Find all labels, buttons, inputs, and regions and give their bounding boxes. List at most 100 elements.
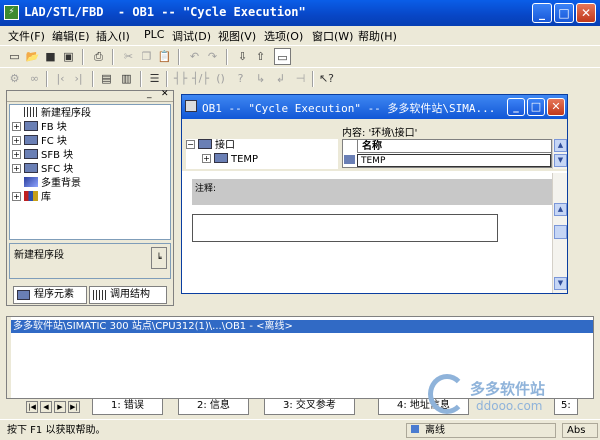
tree-item-sfc[interactable]: + SFC 块: [12, 163, 73, 176]
tab-errors[interactable]: 1: 错误: [92, 399, 163, 415]
watermark: 多多软件站 ddooo.com: [420, 372, 590, 420]
expand-icon[interactable]: +: [12, 164, 21, 173]
toolbar-separator: [226, 49, 228, 65]
tab-call-structure[interactable]: 调用结构: [89, 286, 167, 304]
redo-icon[interactable]: ↷: [204, 48, 221, 65]
print-icon[interactable]: ⎙: [90, 48, 107, 65]
expand-icon[interactable]: +: [12, 136, 21, 145]
last-tab-icon[interactable]: ▶|: [68, 401, 80, 413]
maximize-button[interactable]: □: [554, 3, 574, 23]
minimize-button[interactable]: _: [532, 3, 552, 23]
menu-edit[interactable]: 编辑(E): [52, 28, 90, 44]
temp-row-icon: [344, 155, 355, 164]
menu-window[interactable]: 窗口(W): [312, 28, 353, 44]
program-elements-tree: 新建程序段 + FB 块 + FC 块 + SFB 块 + SFC 块 多重背景 + 库: [9, 104, 171, 240]
editor-close-button[interactable]: ✕: [547, 98, 565, 116]
sfc-block-icon: [24, 163, 38, 173]
close-button[interactable]: ✕: [576, 3, 596, 23]
menu-options[interactable]: 选项(O): [264, 28, 303, 44]
no-contact-icon[interactable]: ┤├: [172, 70, 189, 87]
new-icon[interactable]: ▭: [6, 48, 23, 65]
next-tab-icon[interactable]: ▶: [54, 401, 66, 413]
network-body[interactable]: [192, 214, 498, 242]
empty-box-icon[interactable]: ?: [232, 70, 249, 87]
window-title: LAD/STL/FBD - OB1 -- "Cycle Execution": [24, 5, 306, 19]
toolbar-separator: [178, 49, 180, 65]
tree-item-new-network[interactable]: 新建程序段: [24, 107, 91, 120]
help-pointer-icon[interactable]: ↖?: [318, 70, 335, 87]
code-scrollbar[interactable]: ▲ ▼: [552, 173, 567, 293]
network-comment[interactable]: 注释:: [192, 179, 552, 205]
prev-tab-icon[interactable]: ◀: [40, 401, 52, 413]
menu-file[interactable]: 文件(F): [8, 28, 45, 44]
decl-scrollbar[interactable]: ▲ ▼: [552, 139, 567, 169]
tab-program-elements[interactable]: 程序元素: [13, 286, 87, 304]
menu-help[interactable]: 帮助(H): [358, 28, 397, 44]
panel-minimize-icon[interactable]: _: [147, 89, 152, 99]
glasses-icon[interactable]: ∞: [26, 70, 43, 87]
scroll-up-icon[interactable]: ▲: [554, 139, 567, 152]
toolbar-separator: [140, 71, 142, 87]
close-branch-icon[interactable]: ↲: [272, 70, 289, 87]
expand-icon[interactable]: +: [12, 150, 21, 159]
scroll-up-icon[interactable]: ▲: [554, 203, 567, 216]
output-line-selected[interactable]: 多多软件站\SIMATIC 300 站点\CPU312(1)\...\OB1 -…: [11, 320, 593, 333]
watermark-logo-icon: [428, 374, 466, 414]
menu-debug[interactable]: 调试(D): [172, 28, 211, 44]
interface-icon: [198, 139, 212, 149]
menu-view[interactable]: 视图(V): [218, 28, 256, 44]
scroll-down-icon[interactable]: ▼: [554, 277, 567, 290]
network-icon: [24, 107, 38, 117]
coil-icon[interactable]: (): [212, 70, 229, 87]
first-network-icon[interactable]: |‹: [52, 70, 69, 87]
standard-toolbar: ▭ 📂 ■ ▣ ⎙ ✂ ❐ 📋 ↶ ↷ ⇩ ⇧ ▭: [0, 45, 600, 67]
menu-insert[interactable]: 插入(I): [96, 28, 130, 44]
connection-icon[interactable]: ⊣: [292, 70, 309, 87]
expand-icon[interactable]: +: [202, 154, 211, 163]
last-network-icon[interactable]: ›|: [70, 70, 87, 87]
monitor-icon[interactable]: ⚙: [6, 70, 23, 87]
new-network-icon[interactable]: ☰: [146, 70, 163, 87]
toolbar-separator: [92, 71, 94, 87]
details-icon[interactable]: ▥: [118, 70, 135, 87]
tree-item-temp[interactable]: + TEMP: [202, 153, 258, 166]
tree-item-fb[interactable]: + FB 块: [12, 121, 67, 134]
first-tab-icon[interactable]: |◀: [26, 401, 38, 413]
library-icon: [24, 191, 38, 201]
upload-icon[interactable]: ⇧: [252, 48, 269, 65]
scroll-thumb[interactable]: [554, 225, 567, 239]
tree-item-fc[interactable]: + FC 块: [12, 135, 67, 148]
interface-tree: − 接口 + TEMP: [186, 139, 338, 169]
expand-icon[interactable]: +: [12, 122, 21, 131]
save-icon[interactable]: ■: [42, 48, 59, 65]
collapse-icon[interactable]: −: [186, 140, 195, 149]
expand-icon[interactable]: +: [12, 192, 21, 201]
scroll-down-icon[interactable]: ▼: [554, 154, 567, 167]
toolbar-separator: [82, 49, 84, 65]
open-icon[interactable]: 📂: [24, 48, 41, 65]
menu-plc[interactable]: PLC: [144, 28, 164, 41]
copy-icon[interactable]: ❐: [138, 48, 155, 65]
tab-cross-reference[interactable]: 3: 交叉参考: [264, 399, 355, 415]
overview-icon[interactable]: ▭: [274, 48, 291, 65]
open-branch-icon[interactable]: ↳: [252, 70, 269, 87]
paste-icon[interactable]: 📋: [156, 48, 173, 65]
tree-item-library[interactable]: + 库: [12, 191, 51, 204]
editor-minimize-button[interactable]: _: [507, 98, 525, 116]
tree-item-sfb[interactable]: + SFB 块: [12, 149, 73, 162]
network-insert-icon[interactable]: ╘: [151, 247, 167, 269]
editor-title: OB1 -- "Cycle Execution" -- 多多软件站\SIMA..…: [202, 102, 496, 115]
save-as-icon[interactable]: ▣: [60, 48, 77, 65]
nc-contact-icon[interactable]: ┤/├: [192, 70, 209, 87]
panel-close-icon[interactable]: ✕: [161, 89, 169, 99]
grid-row-temp[interactable]: TEMP: [357, 154, 551, 167]
fc-block-icon: [24, 135, 38, 145]
editor-maximize-button[interactable]: □: [527, 98, 545, 116]
cut-icon[interactable]: ✂: [120, 48, 137, 65]
program-elements-icon[interactable]: ▤: [98, 70, 115, 87]
undo-icon[interactable]: ↶: [186, 48, 203, 65]
tree-item-interface[interactable]: − 接口: [186, 139, 235, 152]
tree-item-multi-instance[interactable]: 多重背景: [24, 177, 81, 190]
download-icon[interactable]: ⇩: [234, 48, 251, 65]
tab-info[interactable]: 2: 信息: [178, 399, 249, 415]
